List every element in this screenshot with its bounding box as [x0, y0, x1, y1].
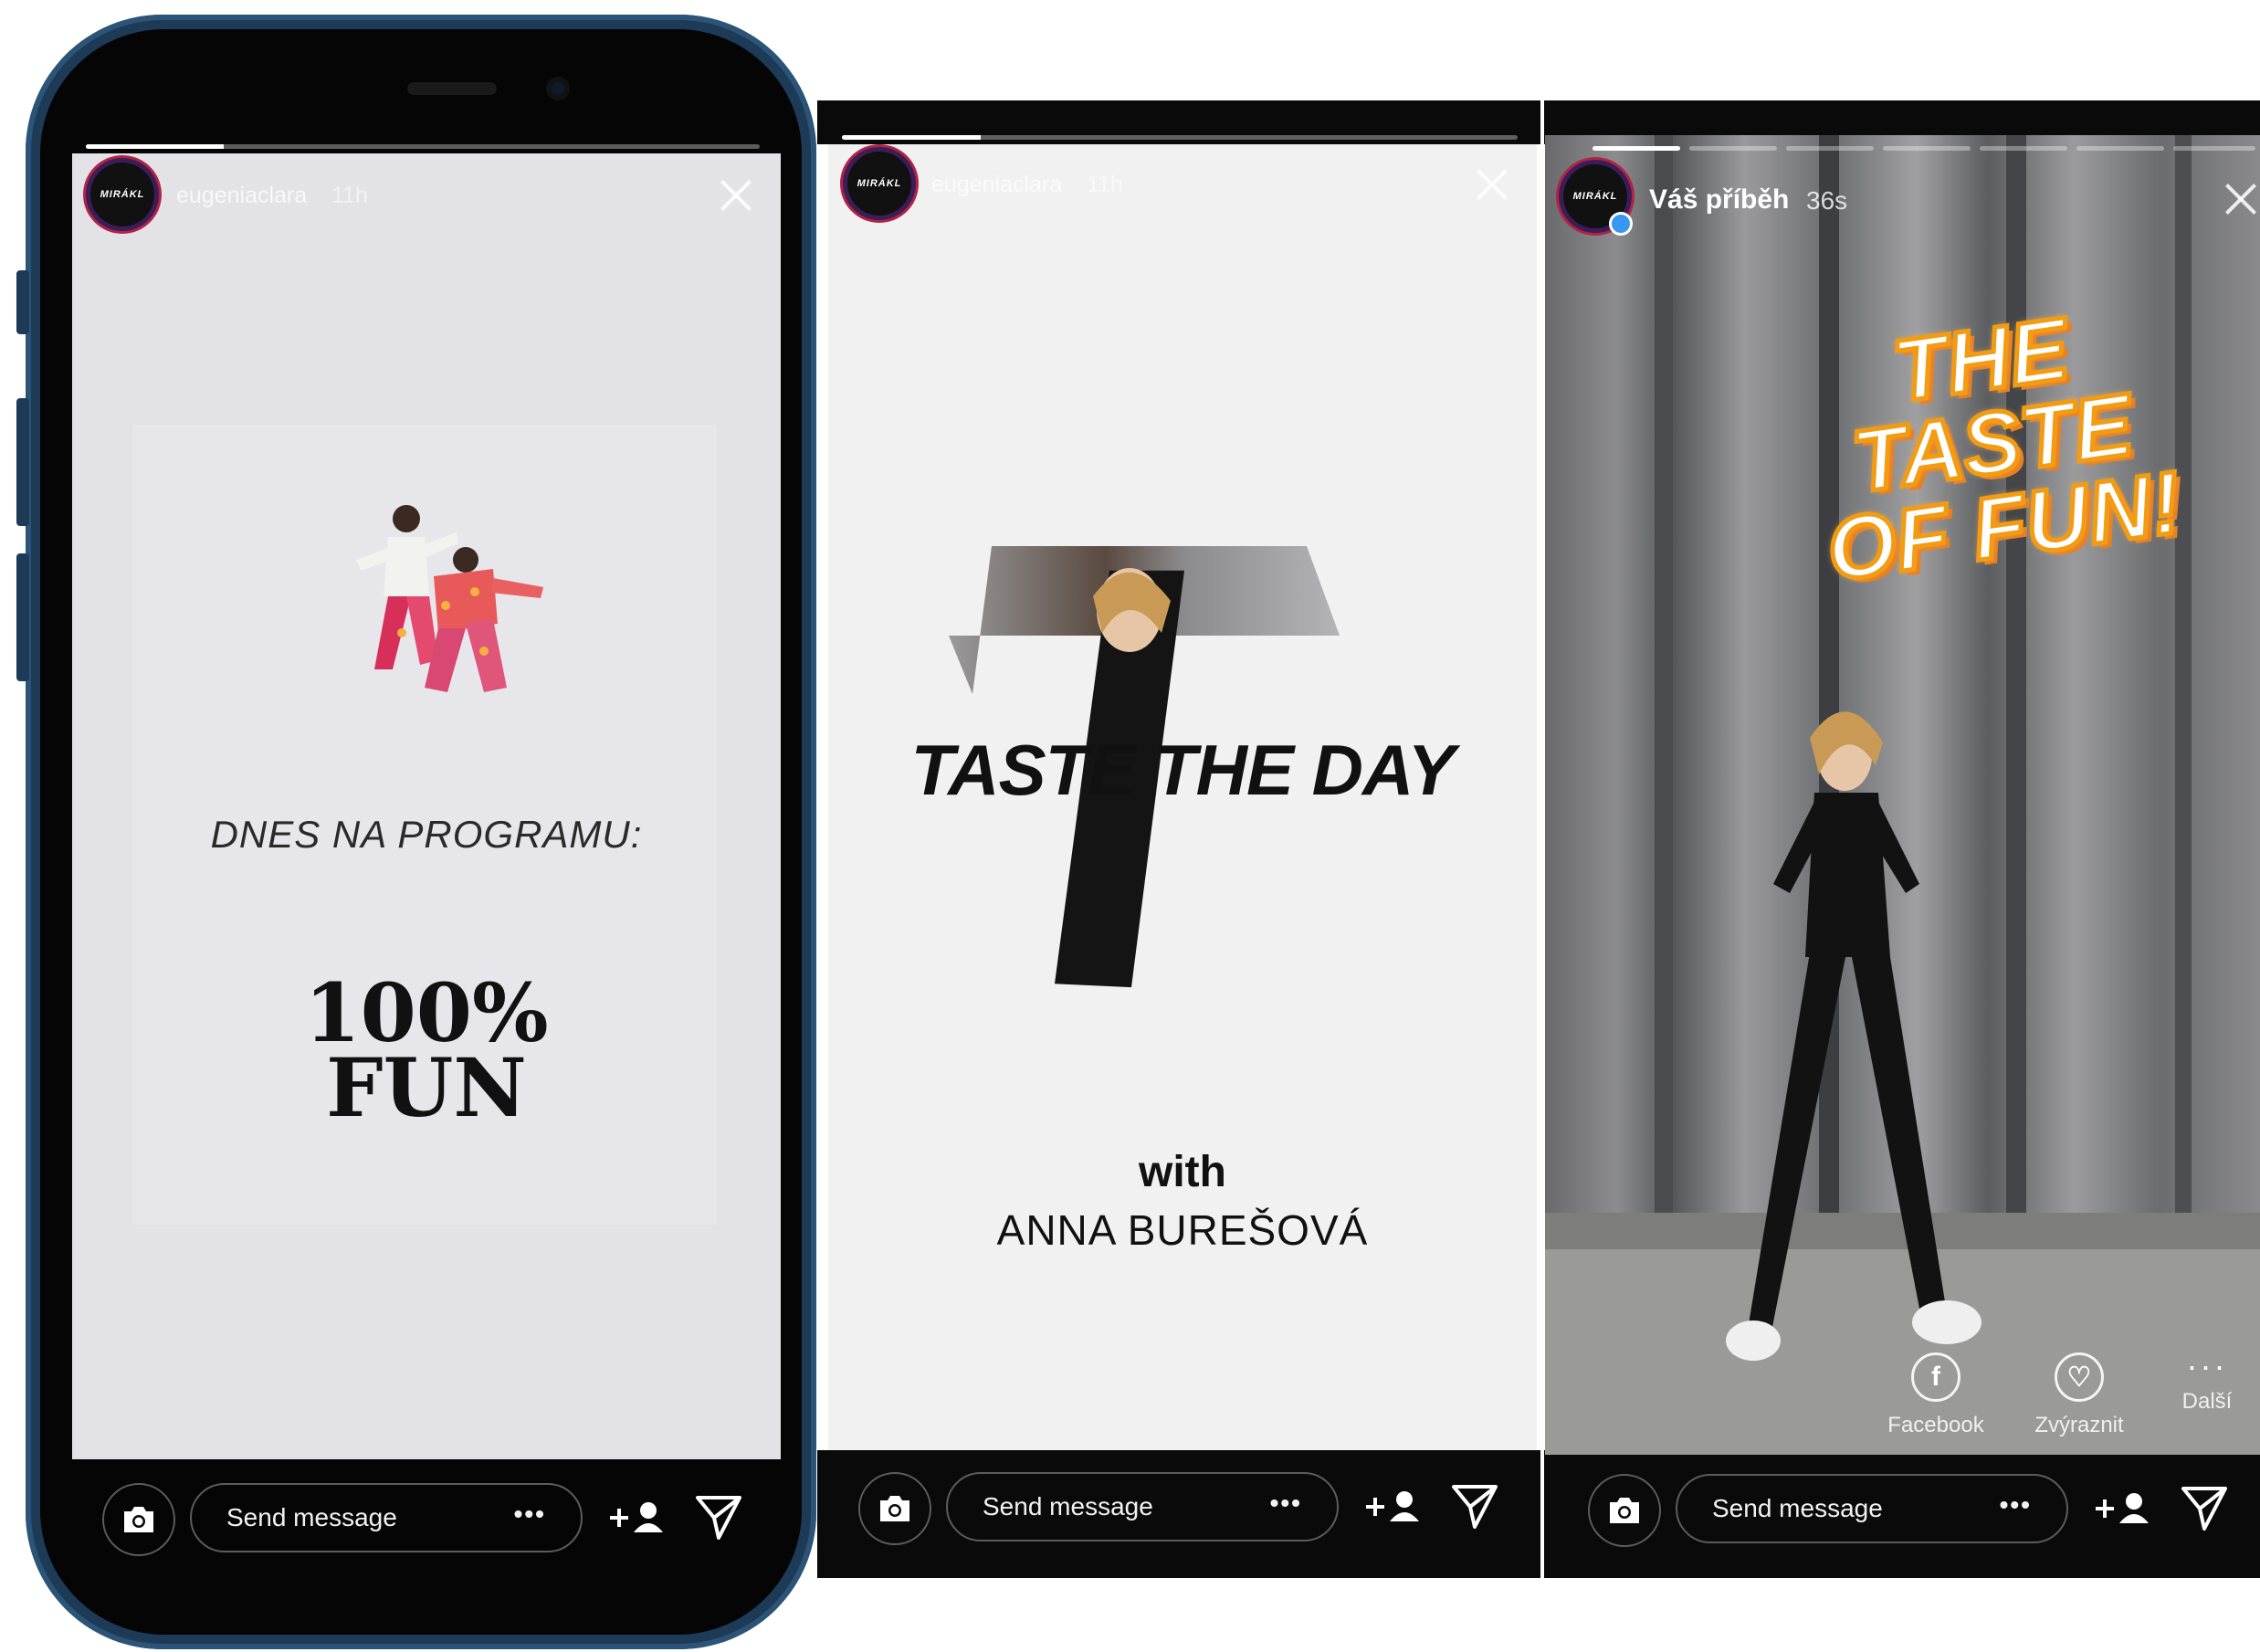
front-camera [546, 77, 570, 100]
progress-segment [1786, 146, 1874, 151]
avatar-logo-text: MIRÁKL [1572, 191, 1618, 202]
send-message-placeholder: Send message [226, 1503, 397, 1531]
camera-icon [1610, 1498, 1639, 1523]
facebook-share-button[interactable]: f Facebook [1872, 1352, 2000, 1438]
add-person-icon[interactable] [1364, 1485, 1423, 1529]
story-2-title: TASTE THE DAY [910, 730, 1455, 810]
avatar-logo-text: MIRÁKL [100, 189, 145, 200]
dancers-illustration [356, 505, 543, 692]
story-2-avatar[interactable]: MIRÁKL [847, 152, 911, 216]
story-1-username[interactable]: eugeniaclara [176, 183, 307, 209]
story-3-close-icon[interactable] [2224, 183, 2257, 216]
more-options-icon[interactable]: ••• [1270, 1489, 1302, 1518]
story-1-progress-bar [86, 144, 760, 149]
add-person-icon[interactable] [2094, 1487, 2152, 1531]
camera-button[interactable] [1588, 1474, 1661, 1547]
story-2-with: with [1139, 1148, 1226, 1196]
more-options-icon[interactable]: ••• [514, 1499, 546, 1529]
send-message-input[interactable]: Send message ••• [1676, 1474, 2068, 1543]
story-3-username[interactable]: Váš příběh [1649, 184, 1789, 216]
progress-fill [842, 135, 981, 140]
fun-line-2: FUN [326, 1040, 527, 1135]
story-2-guest-name: ANNA BUREŠOVÁ [996, 1206, 1369, 1254]
story-2-progress-bar [842, 135, 1518, 140]
progress-segment [2076, 146, 2164, 151]
story-2-time: 11h [1087, 172, 1123, 197]
panel-divider [1540, 100, 1544, 1578]
mute-switch [16, 270, 29, 334]
progress-segment [1689, 146, 1777, 151]
verified-badge-icon [1609, 212, 1633, 236]
facebook-icon: f [1911, 1352, 1960, 1402]
more-label: Další [2181, 1389, 2233, 1414]
send-direct-icon[interactable] [2180, 1483, 2229, 1532]
camera-button[interactable] [858, 1472, 931, 1545]
speaker-grille [407, 82, 497, 95]
send-direct-icon[interactable] [694, 1492, 743, 1542]
story-1-time: 11h [331, 183, 368, 208]
camera-button[interactable] [102, 1483, 175, 1556]
send-message-placeholder: Send message [1712, 1494, 1883, 1522]
story-1-reply-bar: Send message ••• [102, 1478, 760, 1560]
story-3-reply-bar: Send message ••• [1588, 1468, 2245, 1551]
story-1-avatar[interactable]: MIRÁKL [90, 163, 154, 226]
story-1-headline: DNES NA PROGRAMU: [210, 813, 643, 856]
avatar-logo-text: MIRÁKL [857, 178, 902, 189]
facebook-label: Facebook [1887, 1413, 1984, 1437]
highlight-label: Zvýraznit [2034, 1413, 2124, 1437]
more-options-button[interactable]: ··· Další [2166, 1347, 2248, 1415]
story-2-username[interactable]: eugeniaclara [931, 172, 1062, 198]
story-1-close-icon[interactable] [720, 179, 752, 212]
progress-segment [1883, 146, 1971, 151]
progress-segment [1593, 146, 1680, 151]
phone-notch [256, 31, 646, 126]
progress-segment [2173, 146, 2255, 151]
more-icon: ··· [2186, 1347, 2228, 1384]
add-person-icon[interactable] [608, 1496, 667, 1540]
story-2-close-icon[interactable] [1476, 168, 1508, 201]
progress-fill [86, 144, 225, 149]
volume-down-button [16, 553, 29, 681]
highlight-button[interactable]: ♡ Zvýraznit [2011, 1352, 2148, 1438]
camera-icon [880, 1496, 909, 1521]
send-message-input[interactable]: Send message ••• [946, 1472, 1339, 1542]
camera-icon [124, 1507, 153, 1532]
story-3-time: 36s [1806, 186, 1848, 215]
progress-segment [1980, 146, 2067, 151]
story-1-fun-text: 100% FUN [72, 965, 781, 1135]
highlight-icon: ♡ [2055, 1352, 2104, 1402]
story-1[interactable]: DNES NA PROGRAMU: 100% FUN [72, 153, 781, 1459]
story-2-reply-bar: Send message ••• [858, 1467, 1516, 1549]
story-3[interactable]: THE TASTE OF FUN! f Facebook ♡ Zvýraznit… [1545, 135, 2260, 1455]
send-message-input[interactable]: Send message ••• [190, 1483, 583, 1552]
send-message-placeholder: Send message [983, 1492, 1153, 1520]
volume-up-button [16, 398, 29, 526]
more-options-icon[interactable]: ••• [2000, 1490, 2032, 1520]
fun-line-1: 100% [304, 965, 549, 1060]
send-direct-icon[interactable] [1450, 1481, 1499, 1531]
story-2[interactable]: TASTE THE DAY with ANNA BUREŠOVÁ [828, 144, 1537, 1450]
